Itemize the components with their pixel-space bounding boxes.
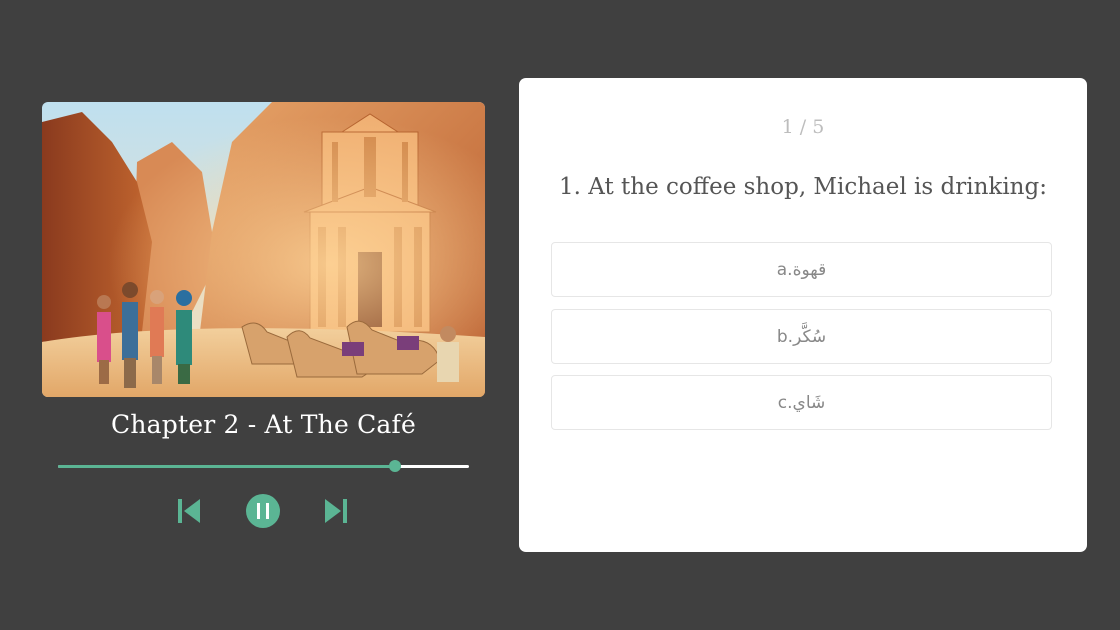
answer-option-c[interactable]: c.شَاي [551, 375, 1052, 430]
playback-progress-slider[interactable] [58, 460, 469, 472]
pause-button[interactable] [246, 494, 280, 532]
answer-option-a[interactable]: a.قهوة [551, 242, 1052, 297]
skip-next-icon [325, 499, 347, 523]
playback-controls [42, 492, 485, 532]
question-text: 1. At the coffee shop, Michael is drinki… [559, 174, 1047, 200]
screen: Chapter 2 - At The Café 1 / 5 1. At the … [0, 0, 1120, 630]
progress-thumb[interactable] [389, 460, 402, 472]
question-counter: 1 / 5 [781, 116, 825, 138]
chapter-cover-image [42, 102, 485, 397]
pause-icon [246, 494, 280, 528]
quiz-card: 1 / 5 1. At the coffee shop, Michael is … [519, 78, 1087, 552]
skip-next-button[interactable] [323, 498, 347, 528]
progress-fill [58, 465, 396, 468]
skip-previous-icon [178, 499, 200, 523]
chapter-title: Chapter 2 - At The Café [111, 410, 416, 439]
answer-option-b[interactable]: b.سُكَّر [551, 309, 1052, 364]
skip-previous-button[interactable] [178, 498, 202, 528]
